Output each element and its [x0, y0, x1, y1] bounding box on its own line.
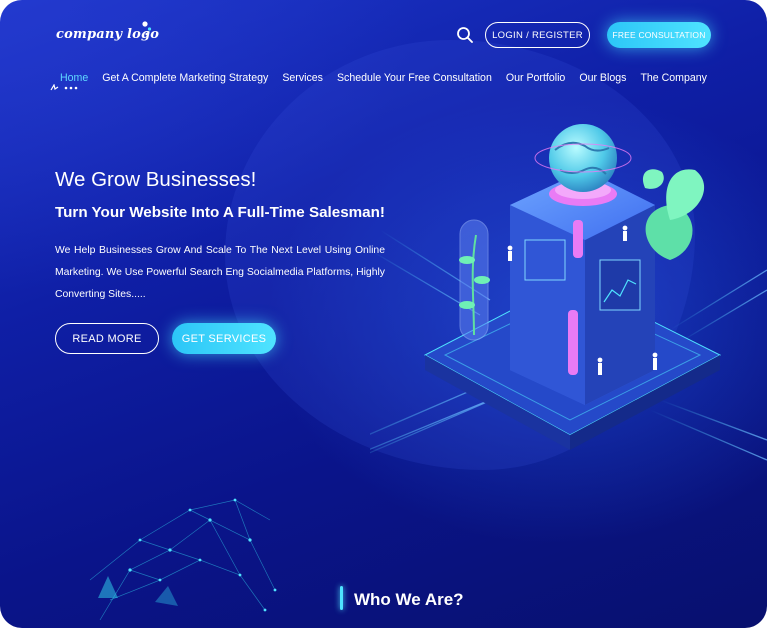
nav-item-company[interactable]: The Company: [640, 72, 707, 84]
search-icon[interactable]: [456, 26, 474, 44]
section-title-accent-bar: [340, 586, 343, 610]
nav-active-indicator-icon: [50, 84, 78, 91]
nav-item-services[interactable]: Services: [282, 72, 323, 84]
free-consultation-button[interactable]: FREE CONSULTATION: [607, 22, 711, 48]
hero-description: We Help Businesses Grow And Scale To The…: [55, 245, 385, 300]
nav-item-schedule-consultation[interactable]: Schedule Your Free Consultation: [337, 72, 492, 84]
who-we-are-title: Who We Are?: [354, 590, 464, 609]
hero-subtitle: Turn Your Website Into A Full-Time Sales…: [55, 204, 385, 221]
nav-item-marketing-strategy[interactable]: Get A Complete Marketing Strategy: [102, 72, 268, 84]
login-register-button[interactable]: LOGIN / REGISTER: [485, 22, 590, 48]
get-services-button[interactable]: GET SERVICES: [172, 323, 276, 354]
isometric-server-illustration: [370, 124, 767, 461]
nav-item-portfolio[interactable]: Our Portfolio: [506, 72, 565, 84]
nav-item-blogs[interactable]: Our Blogs: [579, 72, 626, 84]
main-nav: Home Get A Complete Marketing Strategy S…: [60, 72, 721, 84]
network-globe-decoration: [89, 498, 277, 621]
logo-dots-icon: [142, 21, 152, 36]
page-frame: company logo LOGIN / REGISTER FREE CONSU…: [0, 0, 767, 628]
read-more-button[interactable]: READ MORE: [55, 323, 159, 354]
hero-title: We Grow Businesses!: [55, 168, 257, 191]
nav-item-home[interactable]: Home: [60, 72, 88, 84]
